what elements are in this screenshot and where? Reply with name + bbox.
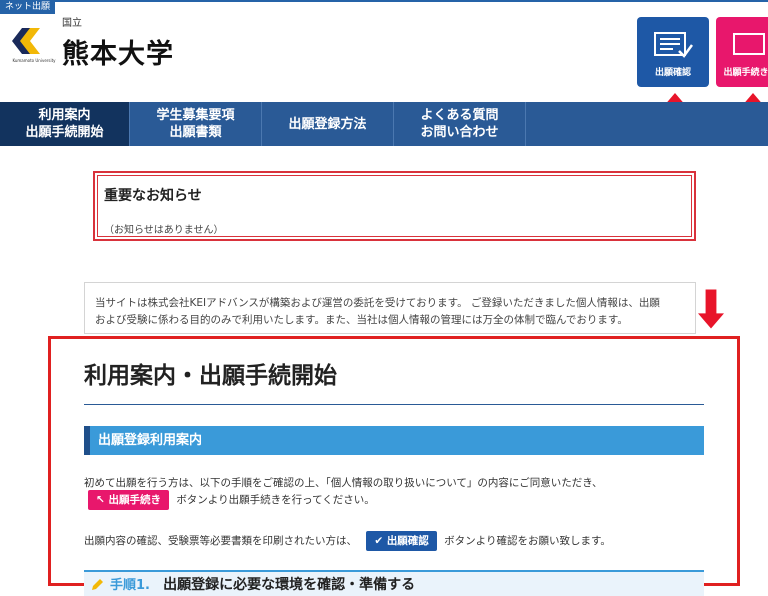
check-icon: ✔	[374, 535, 387, 547]
apply-button[interactable]: 出願手続き	[716, 17, 768, 87]
down-arrow-icon	[698, 289, 724, 329]
top-accent-line	[0, 0, 768, 2]
university-logo[interactable]	[12, 26, 40, 56]
privacy-info-line-2: および受験に係わる目的のみで利用いたします。また、当社は個人情報の管理には万全の…	[95, 314, 628, 326]
inline-apply-label: 出願手続き	[108, 494, 161, 506]
privacy-info-line-1: 当サイトは株式会社KEIアドバンスが構築および運営の委託を受けております。 ご登…	[95, 297, 660, 309]
apply-form-icon	[733, 33, 765, 55]
pencil-icon	[92, 579, 103, 590]
registration-guide-heading: 出願登録利用案内	[84, 426, 704, 455]
inline-confirm-button[interactable]: ✔ 出願確認	[366, 531, 437, 551]
title-divider	[84, 404, 704, 405]
nav-filler	[526, 102, 768, 146]
cursor-icon: ↖	[96, 494, 109, 506]
nav-item-guide[interactable]: 利用案内 出願手続開始	[0, 102, 130, 146]
national-label: 国立	[62, 18, 82, 29]
step-text: 出願登録に必要な環境を確認・準備する	[163, 577, 416, 593]
nav-item-faq[interactable]: よくある質問 お問い合わせ	[394, 102, 526, 146]
notice-text: （お知らせはありません）	[104, 225, 224, 236]
checklist-icon	[654, 32, 693, 58]
inline-confirm-label: 出願確認	[386, 535, 429, 547]
university-name[interactable]: 熊本大学	[62, 32, 174, 71]
apply-instruction-line: ↖ 出願手続き ボタンより出願手続きを行ってください。	[88, 490, 375, 510]
notice-inner: 重要なお知らせ （お知らせはありません）	[97, 175, 692, 237]
step-number: 手順1.	[110, 578, 150, 593]
step-1-heading: 手順1. 出願登録に必要な環境を確認・準備する	[84, 570, 704, 596]
apply-instruction-suffix: ボタンより出願手続きを行ってください。	[176, 494, 375, 506]
instruction-paragraph-1: 初めて出願を行う方は、以下の手順をご確認の上、「個人情報の取り扱いについて」の内…	[84, 477, 603, 489]
confirm-instruction-prefix: 出願内容の確認、受験票等必要書類を印刷されたい方は、	[84, 535, 357, 547]
nav-item-registration-method[interactable]: 出願登録方法	[262, 102, 394, 146]
confirm-button-label: 出願確認	[654, 68, 691, 78]
nav-item-requirements[interactable]: 学生募集要項 出願書類	[130, 102, 262, 146]
apply-button-label: 出願手続き	[723, 68, 768, 78]
privacy-info-box: 当サイトは株式会社KEIアドバンスが構築および運営の委託を受けております。 ご登…	[84, 282, 696, 334]
important-notice-box: 重要なお知らせ （お知らせはありません）	[93, 171, 696, 241]
page-title: 利用案内・出願手続開始	[84, 363, 337, 389]
confirm-application-button[interactable]: 出願確認	[637, 17, 709, 87]
logo-caption: Kumamoto University	[12, 58, 56, 63]
confirm-instruction-suffix: ボタンより確認をお願い致します。	[444, 535, 611, 547]
inline-apply-button[interactable]: ↖ 出願手続き	[88, 490, 169, 510]
confirm-instruction-line: 出願内容の確認、受験票等必要書類を印刷されたい方は、 ✔ 出願確認 ボタンより確…	[84, 531, 611, 551]
notice-title: 重要なお知らせ	[104, 188, 202, 204]
main-nav: 利用案内 出願手続開始 学生募集要項 出願書類 出願登録方法 よくある質問 お問…	[0, 102, 768, 146]
net-application-tag: ネット出願	[0, 0, 56, 14]
